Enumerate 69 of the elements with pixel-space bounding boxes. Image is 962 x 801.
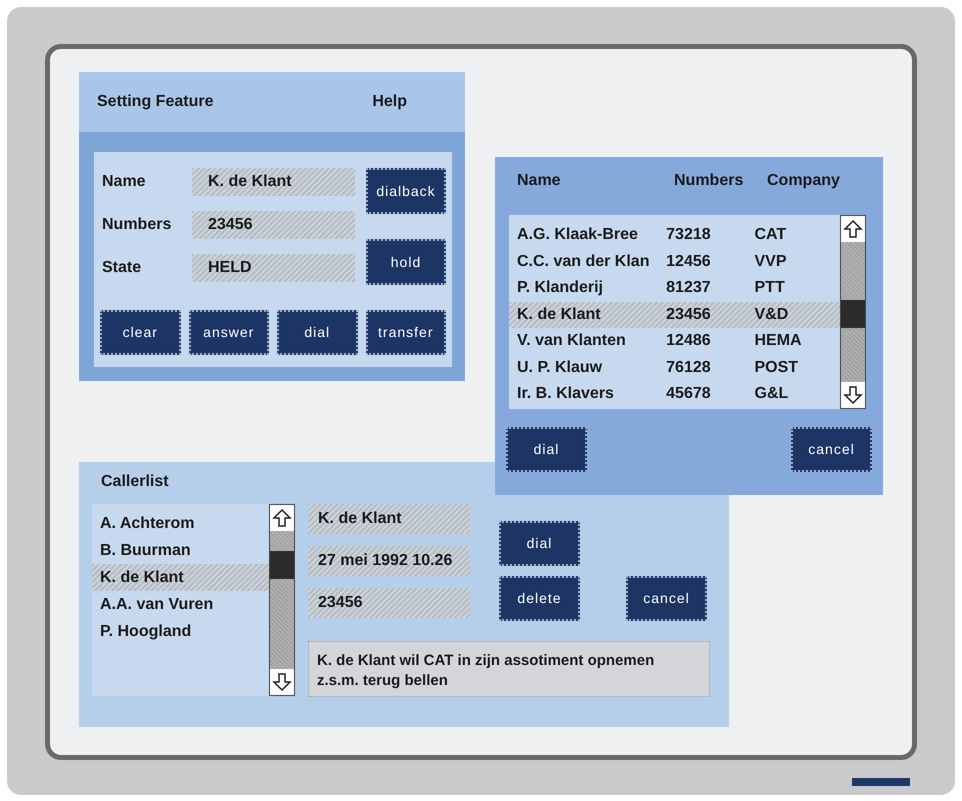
table-cell-text: V&D: [754, 304, 790, 325]
button[interactable]: dial: [499, 521, 580, 566]
scroll-down-arrow-icon[interactable]: [843, 385, 863, 405]
field-label: State: [101, 258, 142, 278]
power-indicator: [852, 778, 910, 786]
message-field[interactable]: K. de Klant wil CAT in zijn assotiment opnemen z.s.m. terug bellen: [308, 641, 710, 697]
button[interactable]: dialback: [366, 168, 446, 214]
button[interactable]: clear: [100, 310, 180, 355]
text-field[interactable]: 27 mei 1992 10.26: [308, 546, 470, 576]
scrollbar[interactable]: [840, 215, 866, 409]
table-cell-text: VVP: [754, 252, 788, 272]
scrollbar-thumb[interactable]: [270, 551, 294, 579]
button[interactable]: dial: [506, 427, 587, 472]
table-row[interactable]: K. de Klant 23456 V&D: [509, 302, 840, 328]
table-cell-text: PTT: [754, 278, 786, 298]
field-label: Numbers: [101, 215, 172, 235]
scroll-up-arrow-icon[interactable]: [843, 219, 863, 239]
list-item[interactable]: A.A. van Vuren: [92, 591, 269, 618]
text-field[interactable]: 23456: [308, 588, 470, 618]
table-row[interactable]: U. P. Klauw 76128 POST: [509, 354, 840, 381]
text-field[interactable]: K. de Klant: [192, 168, 355, 196]
table-cell-text: 81237: [666, 278, 712, 298]
text-field[interactable]: HELD: [192, 254, 355, 282]
table-cell-text: 73218: [666, 225, 712, 246]
table-cell-text: P. Klanderij: [517, 278, 604, 298]
list-item[interactable]: K. de Klant: [92, 564, 269, 591]
table-row[interactable]: C.C. van der Klan 12456 VVP: [509, 248, 840, 275]
table-cell-text: 45678: [666, 384, 712, 404]
table-cell-text: CAT: [754, 225, 788, 246]
table-cell-text: C.C. van der Klan: [517, 252, 650, 272]
table-row[interactable]: P. Klanderij 81237 PTT: [509, 275, 840, 302]
column-header: Company: [767, 171, 841, 191]
list-item[interactable]: A. Achterom: [92, 510, 269, 537]
menu-item[interactable]: Help: [372, 90, 407, 114]
table-cell-text: 76128: [666, 358, 712, 378]
button[interactable]: hold: [366, 239, 446, 285]
field-label: Name: [101, 172, 147, 192]
table-cell-text: A.G. Klaak-Bree: [517, 225, 639, 246]
table-row[interactable]: V. van Klanten 12486 HEMA: [509, 328, 840, 354]
button[interactable]: transfer: [366, 310, 446, 355]
table-cell-text: Ir. B. Klavers: [517, 384, 615, 404]
scrollbar-thumb[interactable]: [841, 300, 865, 328]
table-cell-text: 12456: [666, 252, 712, 272]
table-cell-text: 23456: [666, 304, 712, 325]
text-field[interactable]: K. de Klant: [308, 504, 470, 534]
table-cell-text: G&L: [754, 384, 790, 404]
table-row[interactable]: A.G. Klaak-Bree 73218 CAT: [509, 222, 840, 248]
menu-item[interactable]: Setting Feature: [97, 90, 214, 114]
table-cell-text: U. P. Klauw: [517, 358, 604, 378]
scrollbar[interactable]: [269, 504, 295, 696]
table-cell-text: 12486: [666, 331, 712, 352]
list-item[interactable]: P. Hoogland: [92, 618, 269, 645]
button[interactable]: answer: [188, 310, 269, 355]
table-cell-text: HEMA: [754, 331, 803, 352]
button[interactable]: dial: [277, 310, 358, 355]
table-cell-text: POST: [754, 358, 800, 378]
table-row[interactable]: Ir. B. Klavers 45678 G&L: [509, 381, 840, 408]
button[interactable]: cancel: [791, 427, 872, 472]
button[interactable]: cancel: [626, 576, 707, 621]
scroll-up-arrow-icon[interactable]: [272, 508, 292, 528]
table-cell-text: V. van Klanten: [517, 331, 627, 352]
column-header: Numbers: [674, 171, 744, 191]
table-cell-text: K. de Klant: [517, 304, 602, 325]
window-title: Callerlist: [100, 472, 170, 492]
button[interactable]: delete: [499, 576, 580, 621]
column-header: Name: [517, 171, 562, 191]
text-field[interactable]: 23456: [192, 211, 355, 239]
scroll-down-arrow-icon[interactable]: [272, 672, 292, 692]
list-item[interactable]: B. Buurman: [92, 537, 269, 564]
